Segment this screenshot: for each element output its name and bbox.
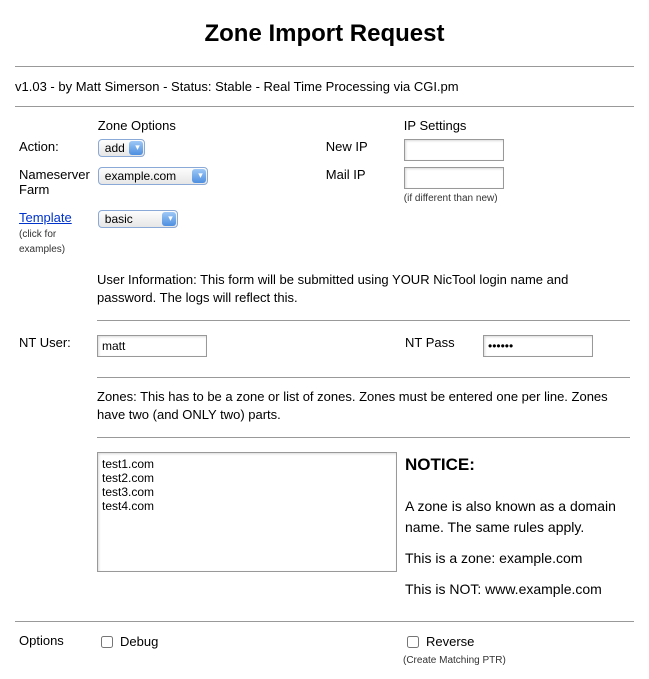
debug-checkbox[interactable] [101, 636, 113, 648]
divider [15, 106, 634, 107]
debug-label: Debug [120, 634, 158, 649]
reverse-note: (Create Matching PTR) [403, 655, 506, 666]
reverse-checkbox[interactable] [407, 636, 419, 648]
notice-p2: This is a zone: example.com [405, 548, 630, 569]
form-table: Zone Options IP Settings Action: add New… [15, 115, 634, 258]
nt-pass-label: NT Pass [401, 332, 479, 360]
mail-ip-note: (if different than new) [404, 193, 498, 204]
zone-options-header: Zone Options [94, 115, 322, 136]
divider [15, 621, 634, 622]
template-link[interactable]: Template [19, 210, 72, 225]
version-line: v1.03 - by Matt Simerson - Status: Stabl… [15, 79, 634, 94]
new-ip-input[interactable] [404, 139, 504, 161]
nameserver-farm-label: Nameserver Farm [15, 164, 94, 207]
mail-ip-label: Mail IP [322, 164, 400, 207]
template-select[interactable]: basic [98, 210, 178, 228]
nt-pass-input[interactable] [483, 335, 593, 357]
notice-heading: NOTICE: [405, 452, 630, 478]
options-label: Options [15, 630, 93, 669]
divider [97, 320, 630, 321]
notice-box: NOTICE: A zone is also known as a domain… [405, 452, 630, 600]
new-ip-label: New IP [322, 136, 400, 164]
reverse-label: Reverse [426, 634, 474, 649]
page-title: Zone Import Request [15, 20, 634, 48]
nt-user-input[interactable] [97, 335, 207, 357]
zones-info-text: Zones: This has to be a zone or list of … [97, 388, 630, 423]
user-info-text: User Information: This form will be subm… [97, 271, 630, 306]
notice-p1: A zone is also known as a domain name. T… [405, 496, 630, 538]
template-note: (click for examples) [19, 229, 65, 255]
divider [97, 437, 630, 438]
zones-textarea[interactable]: test1.com test2.com test3.com test4.com [97, 452, 397, 572]
mail-ip-input[interactable] [404, 167, 504, 189]
action-select[interactable]: add [98, 139, 145, 157]
farm-select[interactable]: example.com [98, 167, 208, 185]
ip-settings-header: IP Settings [400, 115, 634, 136]
action-label: Action: [15, 136, 94, 164]
notice-p3: This is NOT: www.example.com [405, 579, 630, 600]
nt-user-label: NT User: [15, 332, 93, 360]
divider [15, 66, 634, 67]
divider [97, 377, 630, 378]
